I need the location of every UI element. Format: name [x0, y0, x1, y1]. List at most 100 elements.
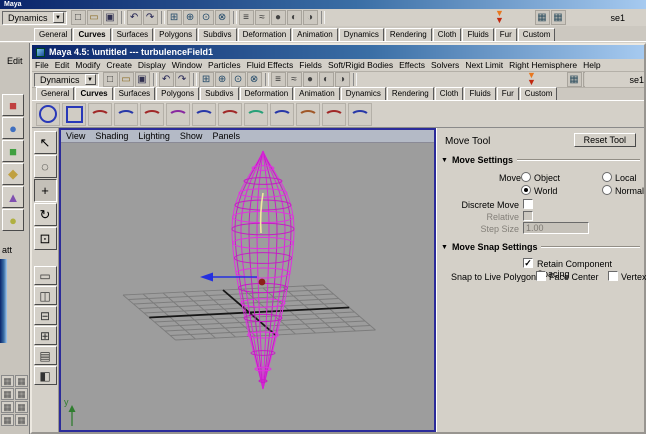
four-pane-layout-icon[interactable]: ⊞	[33, 326, 57, 345]
numeric-field-grid-icon[interactable]: ▦	[582, 72, 586, 87]
snap-grid-icon[interactable]: ⊞	[166, 10, 182, 25]
save-scene-icon[interactable]: ▣	[102, 10, 118, 25]
menu-set-dropdown[interactable]: Dynamics ▼	[2, 10, 67, 25]
two-pane-stacked-layout-icon[interactable]: ⊟	[33, 306, 57, 325]
panel-icon[interactable]: ▦	[15, 401, 28, 413]
separator[interactable]	[192, 73, 197, 86]
radio-normal[interactable]	[602, 185, 612, 195]
menu-item[interactable]: Fluid Effects	[244, 60, 297, 70]
step-size-field[interactable]: 1.00	[523, 222, 589, 234]
menu-item[interactable]: Fields	[296, 60, 325, 70]
shelf-tab[interactable]: Polygons	[156, 87, 200, 100]
single-pane-layout-icon[interactable]: ▭	[33, 266, 57, 285]
menu-set-dropdown[interactable]: Dynamics ▼	[34, 72, 99, 87]
menu-item[interactable]: Next Limit	[462, 60, 506, 70]
shelf-tab[interactable]: Dynamics	[340, 87, 386, 100]
section-header-move-snap-settings[interactable]: ▼ Move Snap Settings	[441, 242, 640, 252]
render-globals-icon[interactable]: ◑	[334, 72, 350, 87]
move-tool-icon[interactable]: +	[33, 179, 57, 202]
menu-item[interactable]: Window	[169, 60, 205, 70]
edit-curve-icon[interactable]	[166, 102, 190, 126]
shelf-tab[interactable]: Subdivs	[200, 87, 239, 100]
undo-icon[interactable]: ↶	[158, 72, 174, 87]
shelf-tab[interactable]: Fluids	[464, 87, 496, 100]
construction-history-icon[interactable]: ≡	[270, 72, 286, 87]
menu-item[interactable]: Soft/Rigid Bodies	[325, 60, 396, 70]
sphere-primitive-icon[interactable]: ●	[2, 117, 24, 139]
list-inputs-icon[interactable]: ≈	[254, 10, 270, 25]
attach-curves-icon[interactable]	[192, 102, 216, 126]
snap-point-icon[interactable]: ⊙	[230, 72, 246, 87]
shelf-tab[interactable]: Dynamics	[338, 28, 384, 41]
radio-object[interactable]	[521, 172, 531, 182]
shelf-tab[interactable]: General	[36, 87, 75, 100]
separator[interactable]	[120, 11, 125, 24]
snap-grid-icon[interactable]: ⊞	[198, 72, 214, 87]
background-titlebar[interactable]: Maya	[0, 0, 646, 9]
cone-primitive-icon[interactable]: ◆	[2, 163, 24, 185]
separator[interactable]	[352, 73, 357, 86]
separator[interactable]	[160, 11, 165, 24]
separator[interactable]	[232, 11, 237, 24]
snap-view-icon[interactable]: ⊗	[214, 10, 230, 25]
ipr-render-icon[interactable]: ◐	[318, 72, 334, 87]
snap-view-icon[interactable]: ⊗	[246, 72, 262, 87]
construction-history-icon[interactable]: ≡	[238, 10, 254, 25]
panel-icon[interactable]: ▦	[15, 388, 28, 400]
snap-point-icon[interactable]: ⊙	[198, 10, 214, 25]
double-chevron-icon[interactable]	[492, 10, 508, 25]
shelf-tab[interactable]: Fluids	[462, 28, 494, 41]
render-globals-icon[interactable]: ◑	[302, 10, 318, 25]
shelf-tab[interactable]: Polygons	[154, 28, 198, 41]
snap-curve-icon[interactable]: ⊕	[182, 10, 198, 25]
intersect-curves-icon[interactable]	[348, 102, 372, 126]
panel-icon[interactable]: ▦	[15, 414, 28, 426]
checkbox-face-center[interactable]	[536, 271, 546, 281]
panel-icon[interactable]: ▦	[1, 388, 14, 400]
save-scene-icon[interactable]: ▣	[134, 72, 150, 87]
shelf-tab[interactable]: Fur	[496, 87, 519, 100]
redo-icon[interactable]: ↷	[174, 72, 190, 87]
panel-icon[interactable]: ▦	[1, 401, 14, 413]
cv-curve-icon[interactable]	[114, 102, 138, 126]
shelf-tab[interactable]: Rendering	[384, 28, 432, 41]
menu-item[interactable]: Create	[103, 60, 135, 70]
numeric-field-grid-icon[interactable]: ▦	[566, 72, 582, 87]
section-header-move-settings[interactable]: ▼ Move Settings	[441, 155, 640, 165]
redo-icon[interactable]: ↷	[142, 10, 158, 25]
nurbs-circle-icon[interactable]	[36, 102, 60, 126]
background-vertical-titlebar[interactable]	[0, 259, 7, 343]
viewport-menu-item[interactable]: Lighting	[133, 131, 175, 141]
outliner-persp-layout-icon[interactable]: ▤	[33, 346, 57, 365]
menu-item[interactable]: Right Hemisphere	[506, 60, 580, 70]
window-titlebar[interactable]: Maya 4.5: \untitled --- turbulenceField1	[32, 45, 644, 59]
render-icon[interactable]: ●	[270, 10, 286, 25]
shelf-tab[interactable]: Cloth	[434, 87, 464, 100]
shelf-tab[interactable]: Surfaces	[111, 28, 154, 41]
align-curves-icon[interactable]	[244, 102, 268, 126]
viewport-menu-item[interactable]: Shading	[90, 131, 133, 141]
double-chevron-icon[interactable]	[524, 72, 540, 87]
menu-item[interactable]: Solvers	[428, 60, 462, 70]
scale-tool-icon[interactable]: ⊡	[33, 227, 57, 250]
shelf-tab[interactable]: Curves	[73, 28, 111, 41]
numeric-field-grid-icon[interactable]: ▦	[550, 10, 566, 25]
viewport-scene[interactable]: y	[61, 143, 434, 430]
list-inputs-icon[interactable]: ≈	[286, 72, 302, 87]
viewport-menu-item[interactable]: View	[61, 131, 90, 141]
separator[interactable]	[152, 73, 157, 86]
viewport-menu-item[interactable]: Panels	[207, 131, 245, 141]
checkbox-relative[interactable]	[523, 211, 533, 221]
select-tool-icon[interactable]: ↖	[33, 131, 57, 154]
separator[interactable]	[320, 11, 325, 24]
checkbox-vertex[interactable]	[608, 271, 618, 281]
ipr-render-icon[interactable]: ◐	[286, 10, 302, 25]
menu-item[interactable]: Particles	[205, 60, 244, 70]
menu-item[interactable]: Help	[580, 60, 603, 70]
cube-primitive-icon[interactable]: ■	[2, 94, 24, 116]
checkbox-retain-component-spacing[interactable]: ✓	[523, 258, 533, 268]
open-close-curve-icon[interactable]	[270, 102, 294, 126]
snap-curve-icon[interactable]: ⊕	[214, 72, 230, 87]
panel-icon[interactable]: ▦	[1, 414, 14, 426]
sphere-primitive-icon[interactable]: ●	[2, 209, 24, 231]
